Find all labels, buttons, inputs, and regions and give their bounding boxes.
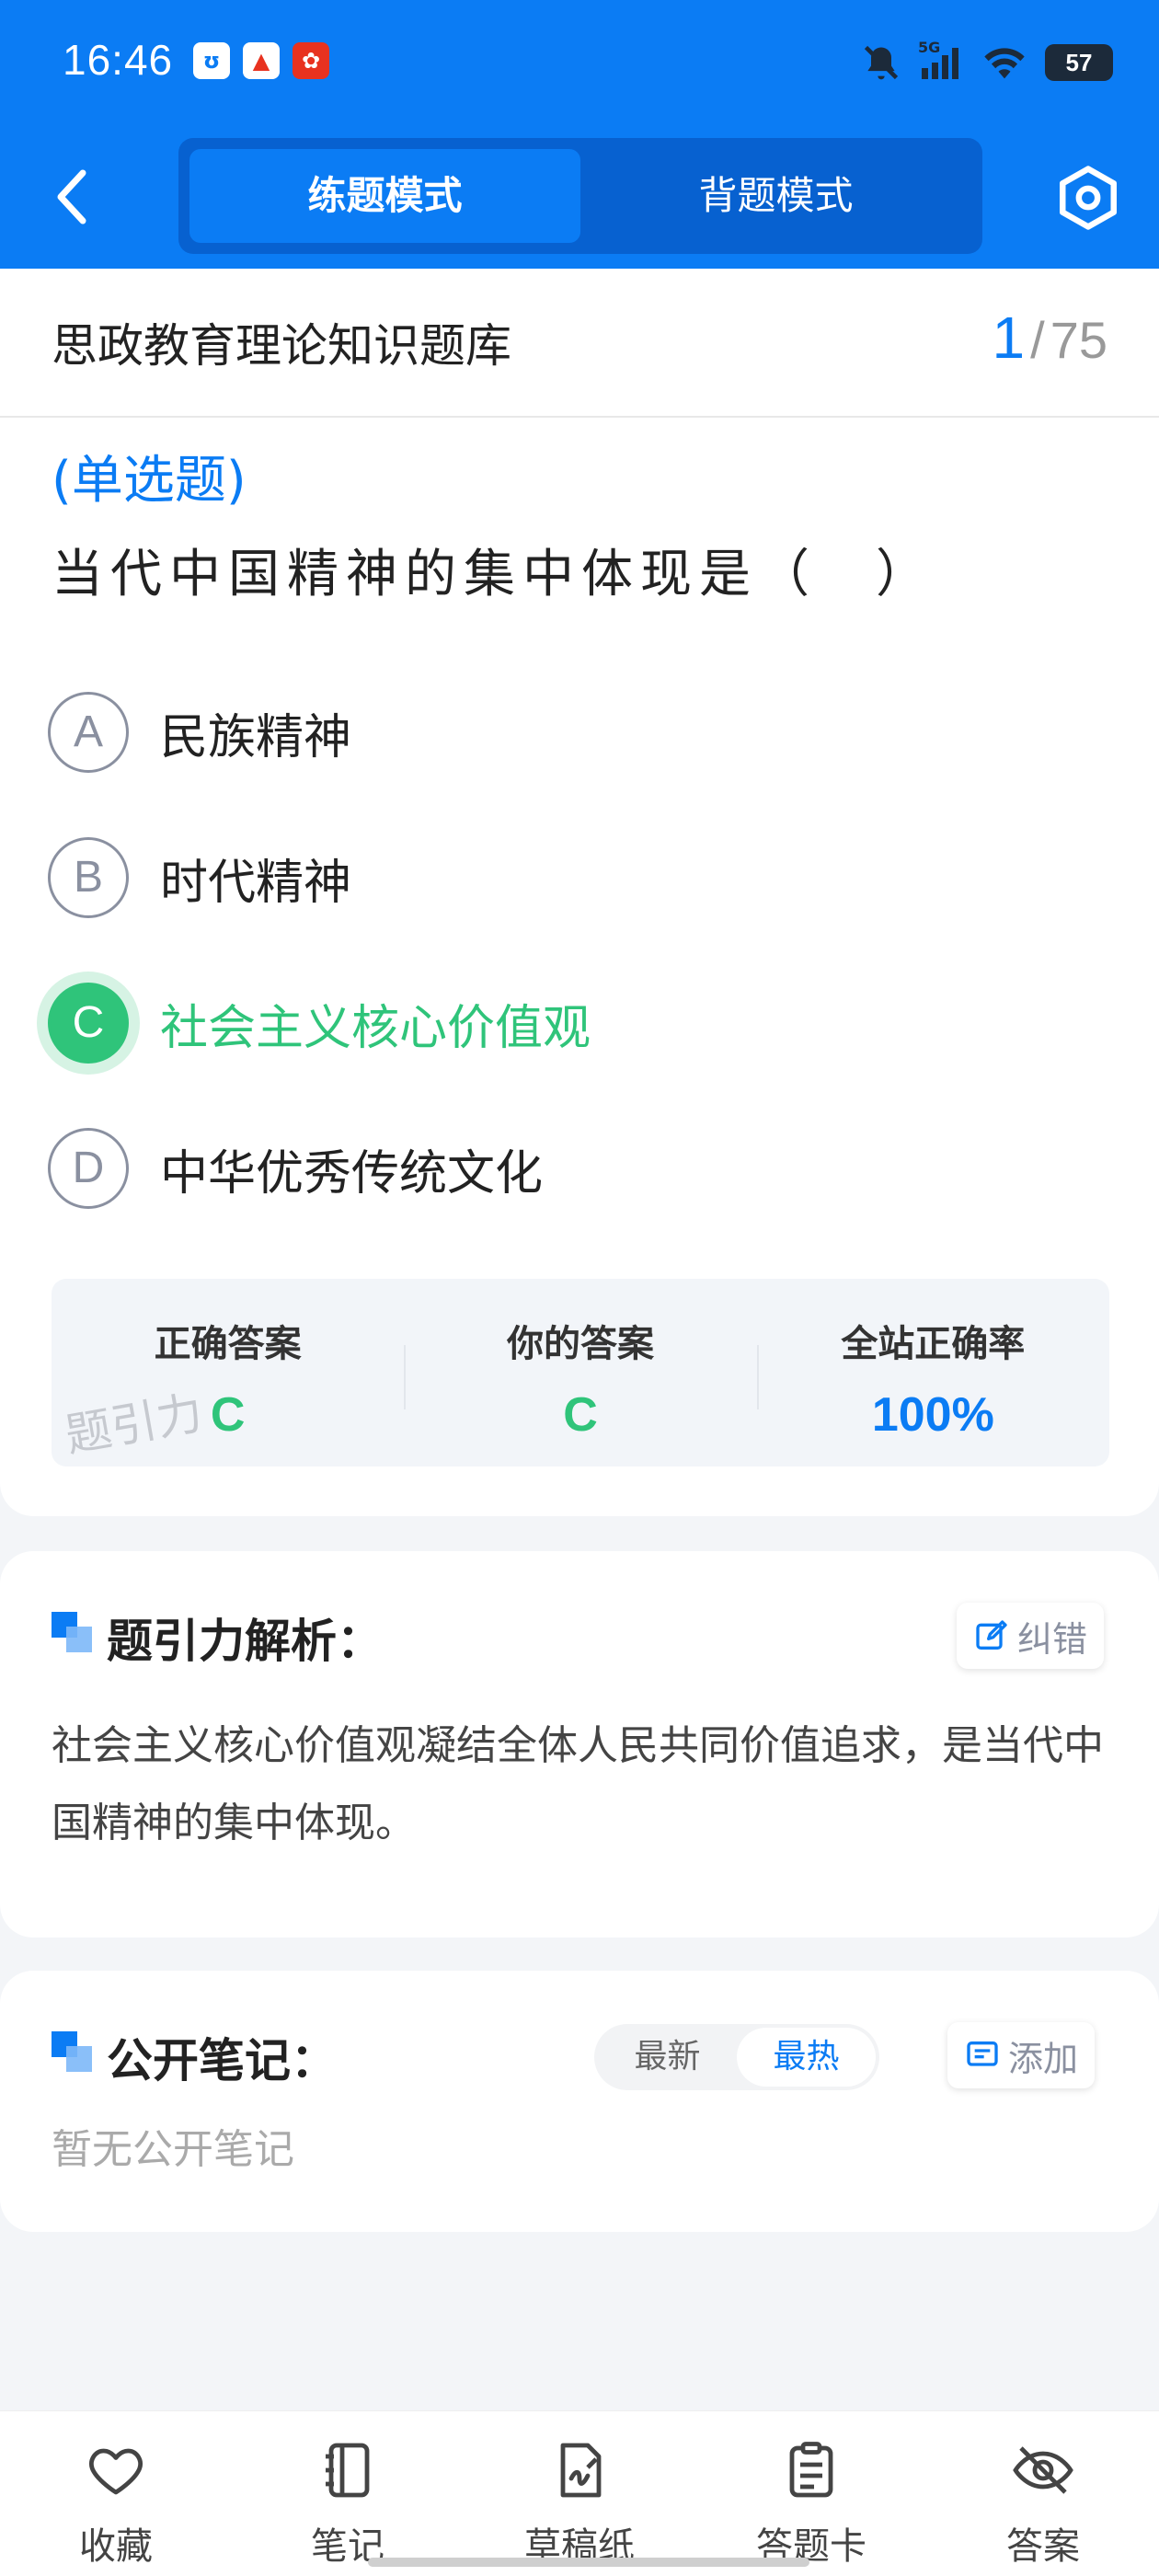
section-marker-icon [52, 2031, 92, 2072]
wifi-icon [984, 48, 1025, 79]
option-c[interactable]: C 社会主义核心价值观 [48, 979, 591, 1067]
section-marker-icon [52, 1612, 92, 1652]
correct-answer: 正确答案 C 题引力 [52, 1279, 404, 1466]
current-question-number: 1 [992, 305, 1026, 371]
notebook-icon [326, 2443, 370, 2498]
sort-newest[interactable]: 最新 [598, 2028, 737, 2087]
edit-icon [976, 1620, 1007, 1650]
option-letter: A [48, 692, 129, 773]
nav-answer[interactable]: 答案 [927, 2411, 1159, 2576]
progress-separator: / [1030, 311, 1045, 369]
status-bar: 16:46 ʊ ▲ ✿ 5G 57 [0, 0, 1159, 129]
app-notification-icon: ▲ [243, 42, 280, 79]
report-error-button[interactable]: 纠错 [957, 1603, 1105, 1669]
settings-icon[interactable] [1054, 164, 1122, 232]
answer-sheet-icon [789, 2442, 833, 2498]
app-notification-icon: ✿ [293, 42, 329, 79]
question-type: (单选题) [52, 451, 247, 511]
bell-muted-icon [864, 45, 899, 80]
your-answer: 你的答案 C [404, 1279, 756, 1466]
report-error-label: 纠错 [1017, 1618, 1088, 1660]
app-notification-icon: ʊ [193, 42, 230, 79]
notes-card [0, 1971, 1159, 2232]
notes-title: 公开笔记： [107, 2034, 337, 2087]
empty-notes-text: 暂无公开笔记 [52, 2126, 294, 2173]
option-text: 民族精神 [160, 709, 352, 765]
option-text: 时代精神 [160, 855, 352, 911]
battery-indicator: 57 [1045, 44, 1113, 81]
option-a[interactable]: A 民族精神 [48, 688, 351, 776]
divider [0, 416, 1159, 418]
your-answer-label: 你的答案 [506, 1323, 654, 1365]
add-note-label: 添加 [1008, 2038, 1079, 2079]
site-accuracy-value: 100% [871, 1388, 994, 1442]
site-accuracy: 全站正确率 100% [756, 1279, 1109, 1466]
question-progress[interactable]: 1/75 [993, 304, 1107, 372]
question-stem: (单选题) 当代中国精神的集中体现是（ ） [52, 434, 1119, 622]
nav-notes[interactable]: 笔记 [232, 2411, 464, 2576]
add-note-button[interactable]: 添加 [947, 2022, 1096, 2088]
your-answer-value: C [563, 1388, 598, 1442]
signal-icon: 5G [918, 39, 964, 83]
option-text: 中华优秀传统文化 [160, 1145, 544, 1202]
tab-memorize-mode[interactable]: 背题模式 [580, 149, 971, 243]
draft-paper-icon [560, 2443, 602, 2498]
option-text: 社会主义核心价值观 [160, 1000, 591, 1056]
nav-label: 收藏 [79, 2525, 153, 2568]
option-letter: B [48, 837, 129, 918]
status-time: 16:46 [63, 36, 174, 84]
answer-summary: 正确答案 C 题引力 你的答案 C 全站正确率 100% [52, 1279, 1109, 1466]
question-text: 当代中国精神的集中体现是（ ） [52, 545, 935, 604]
tab-practice-mode[interactable]: 练题模式 [189, 149, 580, 243]
analysis-text: 社会主义核心价值观凝结全体人民共同价值追求，是当代中国精神的集中体现。 [52, 1722, 1104, 1846]
nav-draft-paper[interactable]: 草稿纸 [464, 2411, 695, 2576]
nav-answer-sheet[interactable]: 答题卡 [695, 2411, 927, 2576]
nav-favorite[interactable]: 收藏 [0, 2411, 232, 2576]
total-questions: 75 [1050, 311, 1107, 369]
sort-hottest[interactable]: 最热 [737, 2028, 876, 2087]
heart-icon [89, 2448, 143, 2495]
comment-add-icon [967, 2041, 998, 2066]
option-d[interactable]: D 中华优秀传统文化 [48, 1124, 543, 1213]
correct-answer-label: 正确答案 [154, 1323, 302, 1365]
home-indicator[interactable] [368, 2558, 809, 2567]
back-arrow-icon[interactable] [46, 166, 98, 228]
analysis-title: 题引力解析： [107, 1615, 383, 1668]
site-accuracy-label: 全站正确率 [841, 1323, 1026, 1365]
option-letter: C [48, 983, 129, 1064]
option-b[interactable]: B 时代精神 [48, 834, 351, 922]
nav-label: 答案 [1006, 2525, 1080, 2568]
network-type: 5G [918, 39, 941, 56]
status-indicators: 5G 57 [861, 37, 1113, 88]
question-bank-title: 思政教育理论知识题库 [52, 319, 511, 373]
top-header: 16:46 ʊ ▲ ✿ 5G 57 练题模式 背题模式 [0, 0, 1159, 269]
bottom-toolbar: 收藏 笔记 草稿纸 答题卡 答案 [0, 2410, 1159, 2576]
mode-switch: 练题模式 背题模式 [178, 138, 982, 254]
option-letter: D [48, 1128, 129, 1209]
eye-off-icon [1013, 2446, 1073, 2494]
notes-sort-switch: 最新 最热 [594, 2024, 879, 2090]
